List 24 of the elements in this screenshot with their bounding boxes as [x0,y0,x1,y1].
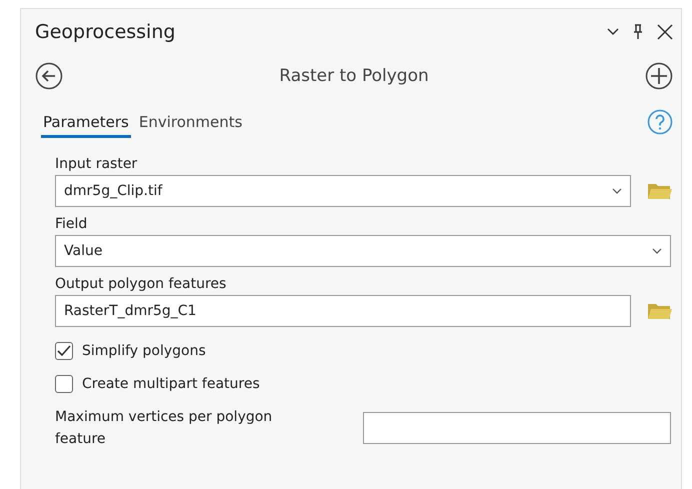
tab[interactable]: Parameters [41,105,131,138]
checkbox-label: Create multipart features [82,376,260,392]
close-icon[interactable] [657,24,673,40]
parameter-label: Output polygon features [55,276,228,292]
parameter-label: Input raster [55,156,138,172]
input-field[interactable] [363,412,671,444]
chevron-down-icon[interactable] [607,28,619,36]
parameter-label: Maximum vertices per polygon feature [55,408,274,449]
checkbox[interactable] [55,342,73,360]
checkbox-label: Simplify polygons [82,343,206,359]
pane-title: Geoprocessing [35,21,176,43]
tab[interactable]: Environments [136,105,244,138]
back-icon[interactable] [35,62,63,90]
checkbox[interactable] [55,375,73,393]
chevron-down-icon[interactable] [652,248,662,254]
input-field[interactable]: dmr5g_Clip.tif [55,175,631,207]
add-icon[interactable] [645,62,673,90]
help-icon[interactable] [647,108,673,134]
input-field[interactable]: RasterT_dmr5g_C1 [55,295,631,327]
tool-title: Raster to Polygon [279,66,429,86]
input-field[interactable]: Value [55,235,671,267]
parameter-label: Field [55,216,88,232]
pin-icon[interactable] [633,24,643,40]
chevron-down-icon[interactable] [612,188,622,194]
